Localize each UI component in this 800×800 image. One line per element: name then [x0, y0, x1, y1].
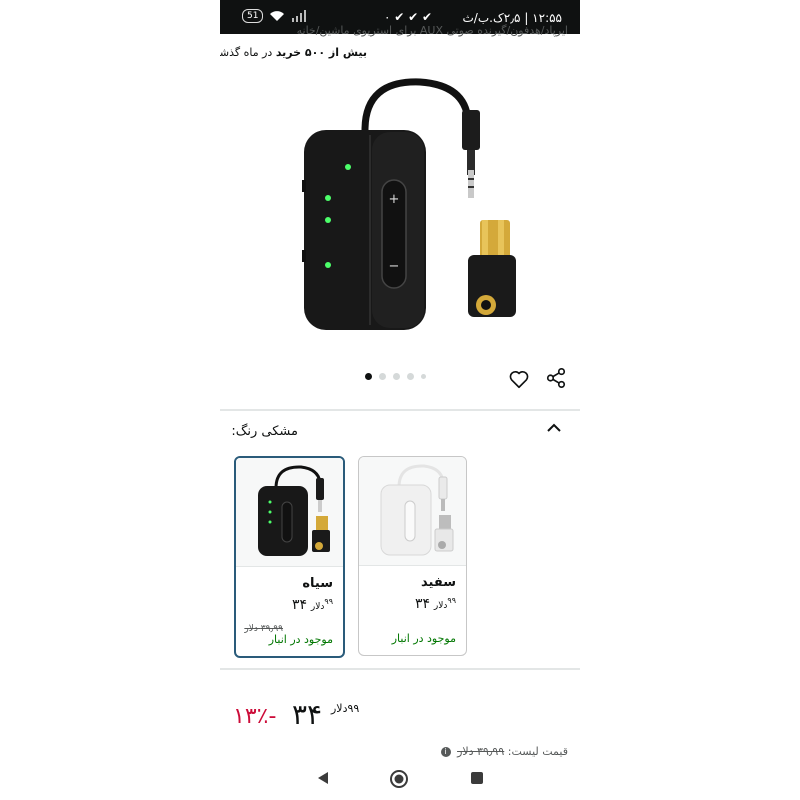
color-option-stock: موجود در انبار [391, 632, 456, 645]
info-icon[interactable]: i [440, 747, 451, 757]
product-title[interactable]: ایرپاد/هدفون/گیرنده صوتی AUX برای استریو… [232, 24, 568, 38]
color-option-name: سیاه [302, 576, 333, 591]
carousel-dot[interactable] [379, 373, 386, 380]
color-option-price: ۹۹دلار ۳۴ [292, 597, 333, 613]
signal-icon [292, 10, 307, 22]
wifi-icon [270, 11, 285, 21]
status-check-icons: ✔ ✔ ✔ ۰ [383, 10, 432, 24]
phone-screen: ۱۲:۵۵ | ۲٫۵ک.ب/ث ✔ ✔ ✔ ۰ 51 ایرپاد/هدفون… [220, 0, 580, 800]
list-price: قیمت لیست: ۳۹٫۹۹ دلار i [438, 745, 568, 758]
color-option-price: ۹۹دلار ۳۴ [415, 596, 456, 612]
home-icon[interactable] [389, 769, 409, 789]
price-row: -۱۳٪ ۹۹دلار ۳۴ [220, 688, 580, 738]
chevron-up-icon[interactable] [546, 420, 562, 436]
svg-text:+: + [389, 192, 400, 207]
selected-color-name: مشکی [261, 424, 298, 439]
purchase-count: بیش از ۵۰۰ خرید در ماه گذشته [220, 46, 367, 59]
purchase-count-suffix: در ماه گذشته [220, 46, 273, 59]
battery-icon: 51 [242, 9, 264, 23]
color-label-prefix: رنگ: [231, 424, 258, 439]
color-option-name: سفید [421, 575, 456, 590]
carousel-dot[interactable] [365, 373, 372, 380]
section-divider [220, 409, 580, 411]
system-nav-bar [220, 758, 580, 800]
heart-icon[interactable] [508, 368, 530, 390]
section-divider [220, 668, 580, 670]
image-carousel-dots[interactable] [365, 373, 426, 380]
color-option-black[interactable]: سیاه ۹۹دلار ۳۴ ۳۹٫۹۹ دلار موجود در انبار [234, 456, 345, 658]
recents-icon[interactable] [471, 772, 483, 784]
back-icon[interactable] [316, 771, 330, 785]
white-adapter-thumb [359, 457, 466, 566]
status-time: ۱۲:۵۵ | ۲٫۵ک.ب/ث [462, 11, 563, 25]
color-option-white[interactable]: سفید ۹۹دلار ۳۴ موجود در انبار [358, 456, 467, 656]
carousel-dot[interactable] [407, 373, 414, 380]
list-price-value: ۳۹٫۹۹ دلار [457, 745, 505, 758]
color-label: مشکی رنگ: [231, 424, 298, 439]
current-price: ۹۹دلار ۳۴ [292, 698, 360, 731]
color-option-stock: موجود در انبار [268, 633, 333, 646]
svg-text:−: − [389, 259, 400, 274]
bluetooth-adapter-black-image[interactable]: + − [290, 70, 530, 360]
black-adapter-thumb [236, 458, 343, 567]
discount-badge: -۱۳٪ [233, 704, 277, 729]
purchase-count-bold: بیش از ۵۰۰ خرید [275, 46, 367, 59]
carousel-dot[interactable] [393, 373, 400, 380]
status-left-icons: 51 [242, 9, 307, 23]
share-icon[interactable] [545, 367, 567, 389]
list-price-label: قیمت لیست: [507, 745, 568, 758]
carousel-dot[interactable] [421, 374, 426, 379]
